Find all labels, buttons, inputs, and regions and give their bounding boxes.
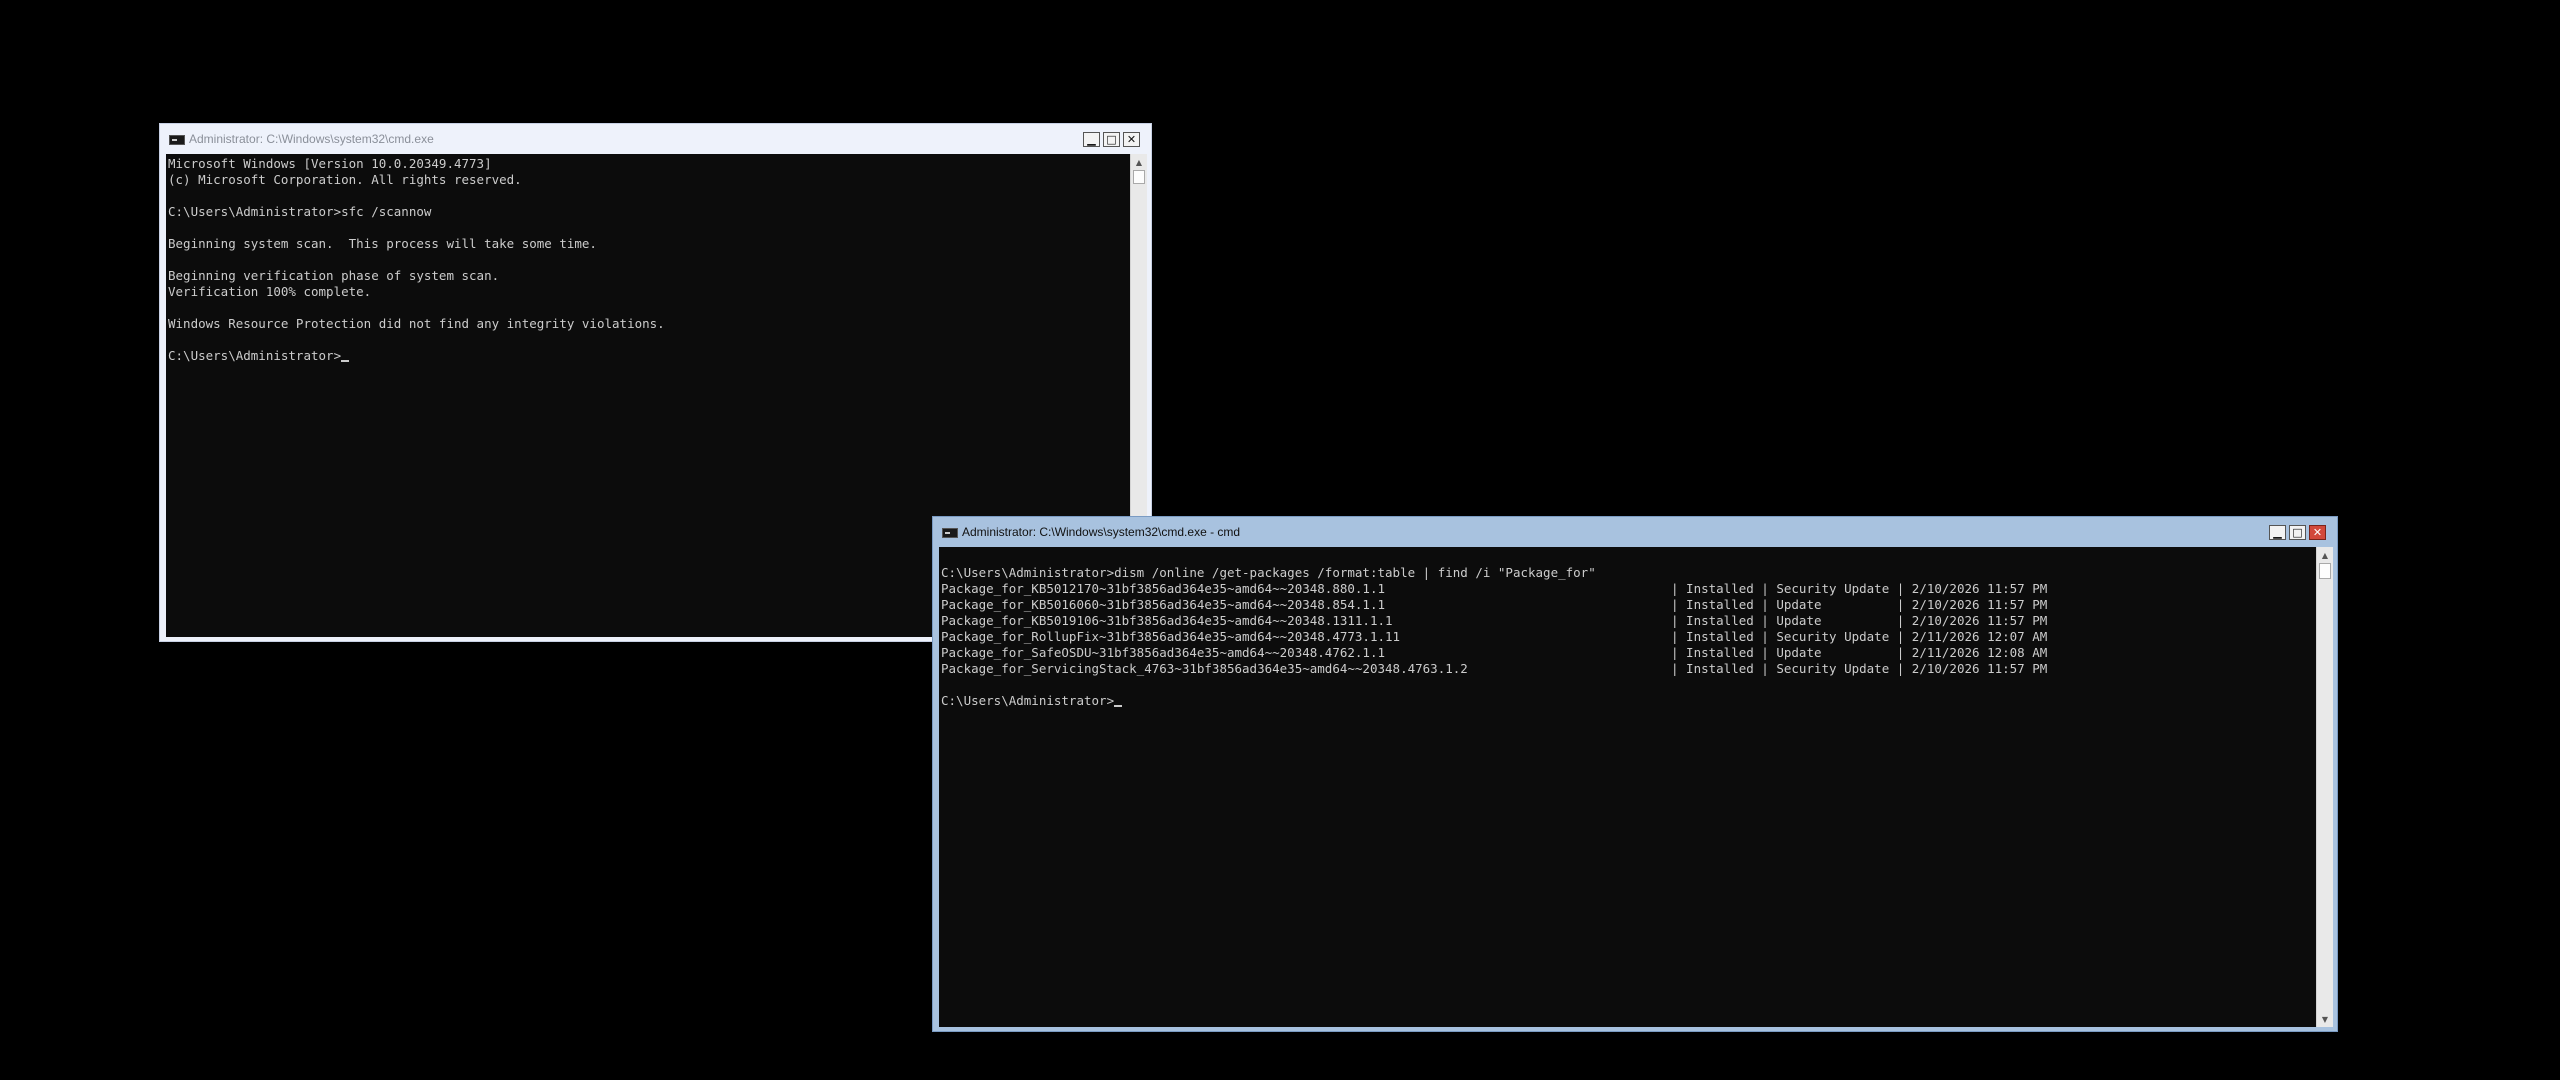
cmd-icon: [942, 528, 958, 538]
scroll-thumb[interactable]: [1133, 170, 1145, 184]
cmd-window-dism[interactable]: Administrator: C:\Windows\system32\cmd.e…: [932, 516, 2338, 1032]
scroll-thumb[interactable]: [2319, 563, 2331, 579]
prompt: C:\Users\Administrator>: [168, 348, 342, 363]
console-line: Verification 100% complete.: [168, 284, 372, 299]
console-line: Windows Resource Protection did not find…: [168, 316, 665, 331]
text-cursor: [341, 360, 350, 362]
console-line: Package_for_SafeOSDU~31bf3856ad364e35~am…: [941, 645, 2048, 660]
minimize-button[interactable]: ▁: [1083, 132, 1100, 147]
maximize-button[interactable]: □: [1103, 132, 1120, 147]
console-line: C:\Users\Administrator>dism /online /get…: [941, 565, 1596, 580]
console-line: Package_for_KB5016060~31bf3856ad364e35~a…: [941, 597, 2048, 612]
console-line: Microsoft Windows [Version 10.0.20349.47…: [168, 156, 492, 171]
prompt: C:\Users\Administrator>: [941, 693, 1115, 708]
cmd-icon: [169, 135, 185, 145]
console-line: Beginning verification phase of system s…: [168, 268, 500, 283]
console-line: Package_for_RollupFix~31bf3856ad364e35~a…: [941, 629, 2048, 644]
title-bar[interactable]: Administrator: C:\Windows\system32\cmd.e…: [160, 124, 1151, 153]
text-cursor: [1114, 705, 1123, 707]
console-output: C:\Users\Administrator>dism /online /get…: [941, 549, 2047, 709]
console-line: Package_for_KB5019106~31bf3856ad364e35~a…: [941, 613, 2048, 628]
close-button[interactable]: ✕: [2309, 525, 2326, 540]
console-line: Beginning system scan. This process will…: [168, 236, 597, 251]
title-bar[interactable]: Administrator: C:\Windows\system32\cmd.e…: [933, 517, 2337, 546]
scroll-up-icon[interactable]: ▲: [2317, 547, 2333, 563]
console-output: Microsoft Windows [Version 10.0.20349.47…: [168, 156, 665, 364]
close-button[interactable]: ✕: [1123, 132, 1140, 147]
scroll-down-icon[interactable]: ▼: [2317, 1011, 2333, 1027]
console-line: Package_for_ServicingStack_4763~31bf3856…: [941, 661, 2048, 676]
vertical-scrollbar[interactable]: ▲ ▼: [2316, 547, 2333, 1027]
minimize-button[interactable]: ▁: [2269, 525, 2286, 540]
console-line: Package_for_KB5012170~31bf3856ad364e35~a…: [941, 581, 2048, 596]
window-title: Administrator: C:\Windows\system32\cmd.e…: [962, 525, 1241, 539]
console-line: (c) Microsoft Corporation. All rights re…: [168, 172, 522, 187]
console-line: C:\Users\Administrator>sfc /scannow: [168, 204, 432, 219]
scroll-up-icon[interactable]: ▲: [1131, 154, 1147, 170]
window-title: Administrator: C:\Windows\system32\cmd.e…: [189, 132, 434, 146]
maximize-button[interactable]: □: [2289, 525, 2306, 540]
console-area[interactable]: C:\Users\Administrator>dism /online /get…: [939, 547, 2333, 1027]
